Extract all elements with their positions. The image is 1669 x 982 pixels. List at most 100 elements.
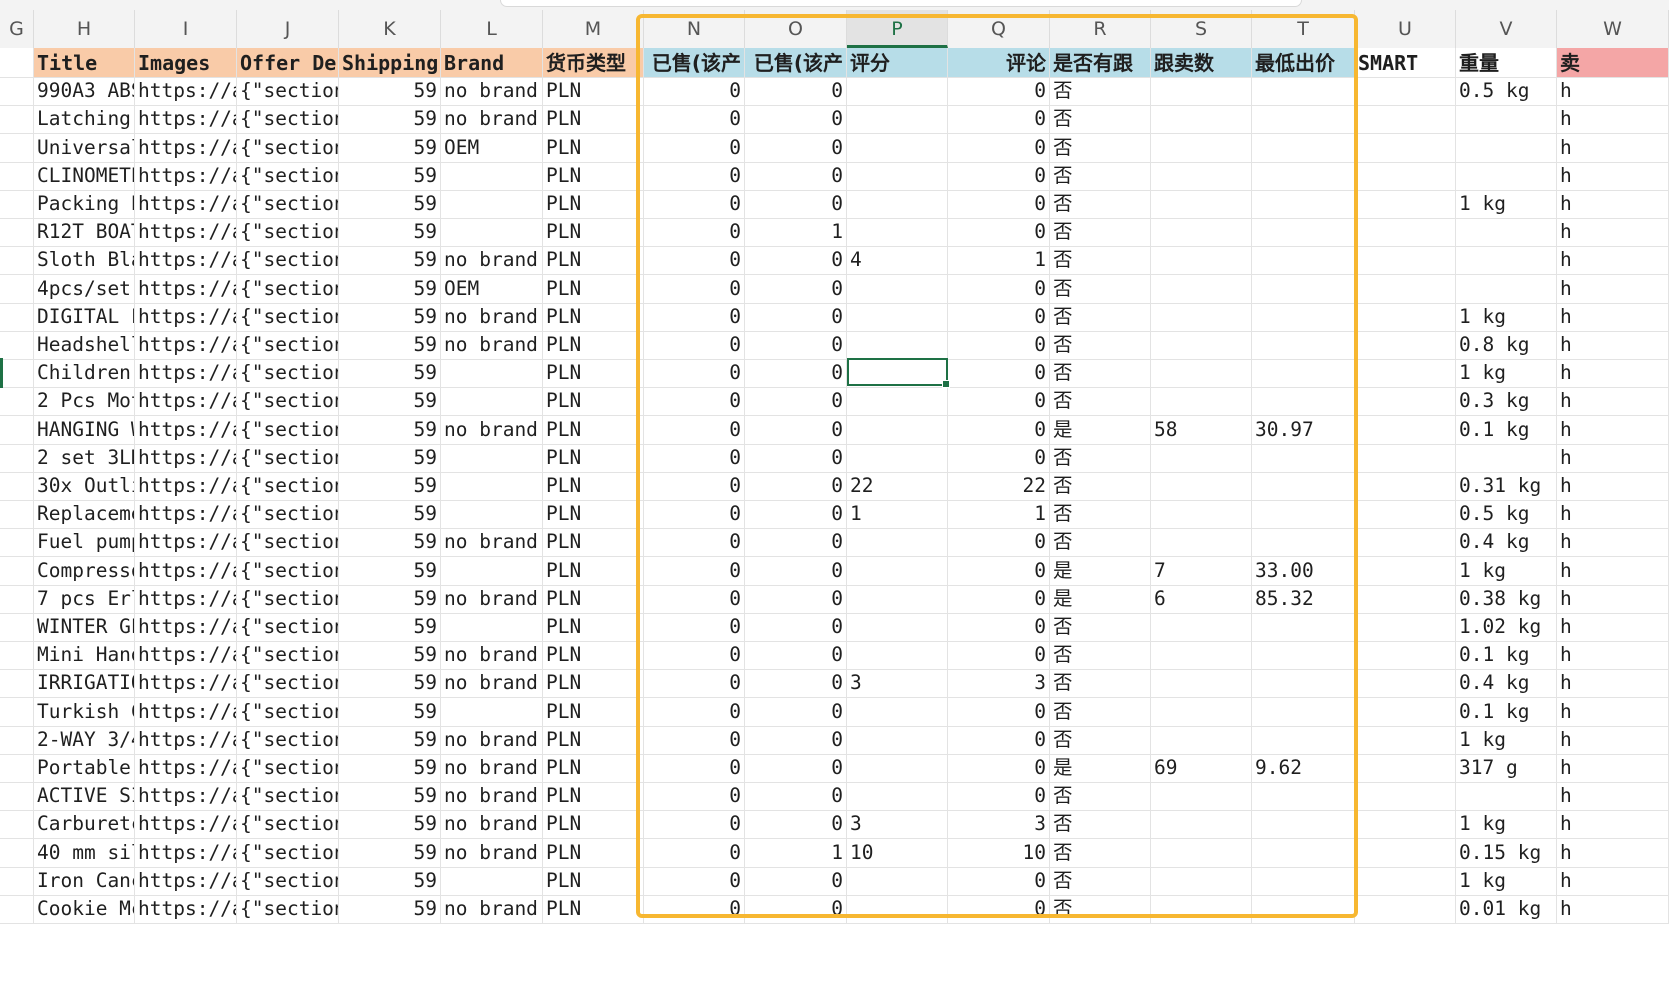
cell-w[interactable]: h [1557,527,1669,558]
cell-h[interactable]: Turkish C [34,696,135,727]
cell-r[interactable]: 是 [1050,555,1151,586]
cell-w[interactable]: h [1557,555,1669,586]
cell-m[interactable]: PLN [543,696,644,727]
cell-u[interactable] [1355,724,1456,755]
cell-q[interactable]: 0 [948,442,1050,473]
cell-k[interactable]: 59 [339,217,441,248]
cell-k[interactable]: 59 [339,668,441,699]
cell-o[interactable]: 0 [745,640,847,671]
cell-g[interactable] [0,471,34,501]
cell-l[interactable]: no brand [441,837,543,868]
cell-t[interactable]: 85.32 [1252,583,1355,614]
cell-u[interactable] [1355,273,1456,304]
cell-g[interactable] [0,358,34,389]
header-cell-l[interactable]: Brand [441,48,543,78]
cell-o[interactable]: 0 [745,160,847,191]
cell-k[interactable]: 59 [339,527,441,558]
cell-l[interactable]: no brand [441,781,543,812]
cell-k[interactable]: 59 [339,837,441,868]
cell-h[interactable]: Compresso [34,555,135,586]
cell-m[interactable]: PLN [543,245,644,276]
cell-i[interactable]: https://a [135,583,237,614]
cell-k[interactable]: 59 [339,273,441,304]
cell-h[interactable]: R12T BOAT [34,217,135,248]
cell-i[interactable]: https://a [135,245,237,276]
cell-l[interactable]: no brand [441,301,543,332]
cell-j[interactable]: {"section [237,217,339,248]
cell-q[interactable]: 22 [948,471,1050,501]
cell-t[interactable]: 9.62 [1252,753,1355,783]
cell-s[interactable]: 58 [1151,414,1252,445]
cell-n[interactable]: 0 [644,217,745,248]
cell-n[interactable]: 0 [644,386,745,417]
cell-h[interactable]: Iron Canc [34,865,135,896]
cell-p[interactable] [847,358,948,389]
cell-o[interactable]: 0 [745,245,847,276]
cell-v[interactable]: 0.3 kg [1456,386,1557,417]
cell-r[interactable]: 否 [1050,809,1151,840]
cell-q[interactable]: 0 [948,330,1050,360]
cell-o[interactable]: 0 [745,104,847,135]
cell-u[interactable] [1355,894,1456,924]
column-letter-n[interactable]: N [644,10,745,48]
cell-u[interactable] [1355,640,1456,671]
cell-l[interactable] [441,696,543,727]
cell-u[interactable] [1355,527,1456,558]
column-letter-v[interactable]: V [1456,10,1557,48]
cell-r[interactable]: 否 [1050,668,1151,699]
cell-n[interactable]: 0 [644,527,745,558]
cell-t[interactable] [1252,471,1355,501]
cell-i[interactable]: https://a [135,555,237,586]
cell-u[interactable] [1355,865,1456,896]
cell-i[interactable]: https://a [135,865,237,896]
cell-p[interactable]: 1 [847,499,948,530]
cell-j[interactable]: {"section [237,358,339,389]
cell-l[interactable] [441,442,543,473]
cell-w[interactable]: h [1557,442,1669,473]
cell-r[interactable]: 否 [1050,358,1151,389]
cell-r[interactable]: 否 [1050,301,1151,332]
cell-s[interactable] [1151,471,1252,501]
cell-v[interactable] [1456,160,1557,191]
cell-n[interactable]: 0 [644,668,745,699]
cell-p[interactable] [847,386,948,417]
cell-o[interactable]: 1 [745,837,847,868]
cell-p[interactable] [847,414,948,445]
cell-v[interactable]: 0.1 kg [1456,696,1557,727]
cell-o[interactable]: 0 [745,583,847,614]
cell-m[interactable]: PLN [543,612,644,642]
cell-k[interactable]: 59 [339,160,441,191]
cell-r[interactable]: 否 [1050,217,1151,248]
cell-i[interactable]: https://a [135,781,237,812]
cell-g[interactable] [0,724,34,755]
cell-j[interactable]: {"section [237,724,339,755]
cell-l[interactable]: no brand [441,245,543,276]
cell-r[interactable]: 是 [1050,583,1151,614]
header-cell-n[interactable]: 已售(该产 [644,48,745,78]
cell-t[interactable] [1252,809,1355,840]
cell-g[interactable] [0,217,34,248]
cell-g[interactable] [0,555,34,586]
cell-m[interactable]: PLN [543,555,644,586]
cell-j[interactable]: {"section [237,414,339,445]
cell-w[interactable]: h [1557,696,1669,727]
cell-q[interactable]: 0 [948,76,1050,107]
cell-v[interactable] [1456,104,1557,135]
cell-t[interactable] [1252,273,1355,304]
cell-g[interactable] [0,696,34,727]
cell-w[interactable]: h [1557,217,1669,248]
cell-l[interactable] [441,499,543,530]
cell-m[interactable]: PLN [543,527,644,558]
cell-j[interactable]: {"section [237,527,339,558]
cell-u[interactable] [1355,301,1456,332]
cell-g[interactable] [0,132,34,163]
cell-o[interactable]: 0 [745,668,847,699]
cell-p[interactable]: 4 [847,245,948,276]
cell-l[interactable]: no brand [441,76,543,107]
cell-k[interactable]: 59 [339,330,441,360]
cell-o[interactable]: 0 [745,273,847,304]
cell-p[interactable] [847,696,948,727]
cell-w[interactable]: h [1557,809,1669,840]
cell-p[interactable] [847,301,948,332]
cell-n[interactable]: 0 [644,358,745,389]
